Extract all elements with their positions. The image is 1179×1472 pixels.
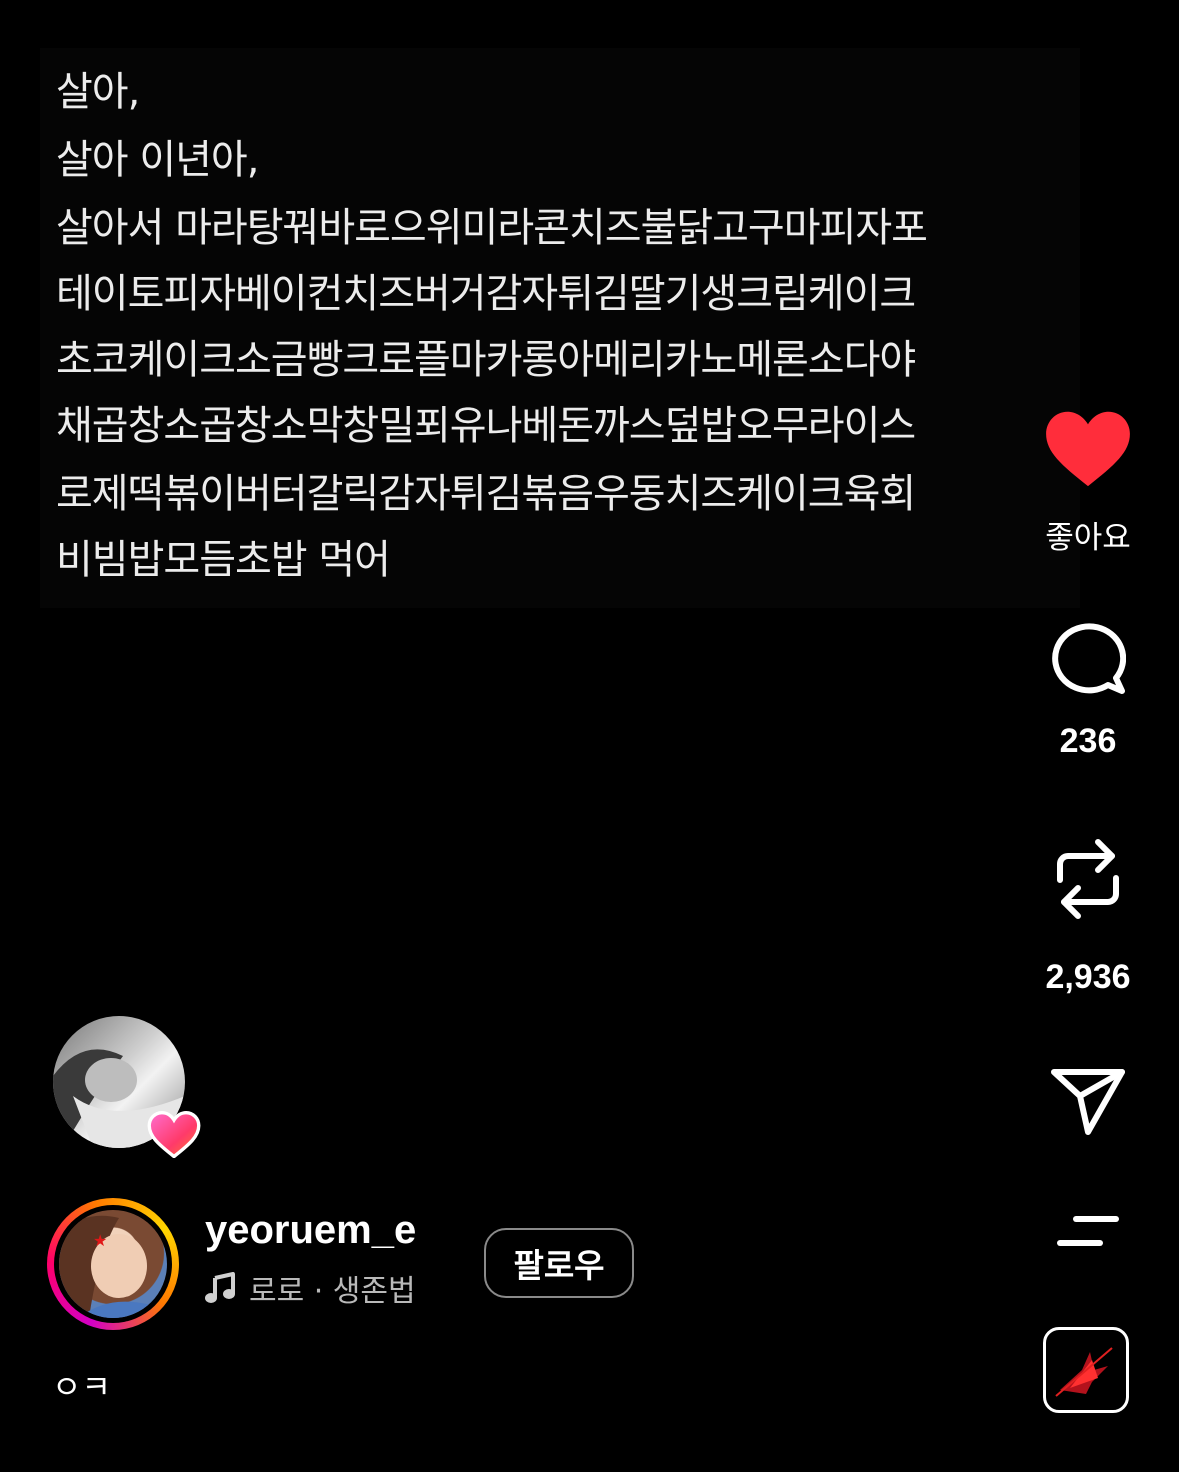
like-label: 좋아요	[1045, 520, 1131, 556]
post-caption: ㅇㅋ	[52, 1368, 111, 1406]
post-line: 살아,	[56, 69, 140, 115]
post-line: 살아서 마라탕꿔바로으위미라콘치즈불닭고구마피자포	[56, 205, 928, 251]
music-info[interactable]: 로로 · 생존법	[205, 1266, 416, 1310]
post-line: 테이토피자베이컨치즈버거감자튀김딸기생크림케이크	[56, 271, 916, 317]
post-line: 로제떡볶이버터갈릭감자튀김볶음우동치즈케이크육회	[56, 471, 916, 517]
svg-text:★: ★	[93, 1231, 107, 1250]
audio-thumbnail[interactable]	[1043, 1327, 1129, 1413]
audio-thumbnail-art	[1055, 1347, 1113, 1397]
liker-heart-badge	[147, 1110, 201, 1158]
share-icon[interactable]	[1050, 1066, 1126, 1136]
comment-count: 236	[1059, 722, 1117, 760]
post-line: 비빔밥모듬초밥 먹어	[56, 537, 391, 583]
author-username[interactable]: yeoruem_e	[205, 1208, 416, 1253]
comment-icon	[1052, 623, 1126, 694]
repost-button[interactable]: 2,936	[1030, 836, 1146, 997]
music-title: 로로 · 생존법	[249, 1274, 416, 1309]
author-avatar[interactable]: ★	[47, 1198, 179, 1330]
music-note-icon	[205, 1272, 235, 1303]
post-line: 살아 이년아,	[56, 137, 259, 183]
post-line: 초코케이크소금빵크로플마카롱아메리카노메론소다야	[56, 337, 916, 383]
comment-button[interactable]: 236	[1040, 622, 1136, 761]
author-avatar-photo: ★	[59, 1210, 167, 1318]
like-button[interactable]: 좋아요	[1040, 408, 1136, 557]
repost-icon	[1057, 839, 1119, 919]
heart-icon	[1046, 411, 1130, 487]
follow-button[interactable]: 팔로우	[484, 1228, 634, 1298]
repost-count: 2,936	[1045, 958, 1131, 996]
post-line: 채곱창소곱창소막창밀푀유나베돈까스덮밥오무라이스	[56, 403, 916, 449]
post-text-block: 살아, 살아 이년아, 살아서 마라탕꿔바로으위미라콘치즈불닭고구마피자포 테이…	[40, 48, 1080, 608]
more-icon[interactable]	[1056, 1214, 1120, 1248]
